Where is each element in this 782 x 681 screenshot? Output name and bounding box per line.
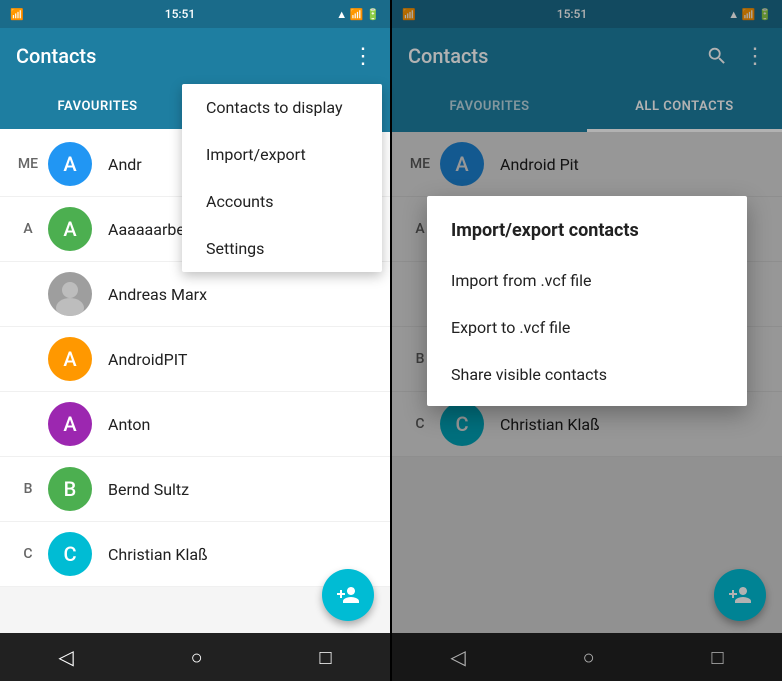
status-time-left: 15:51	[165, 7, 195, 21]
contact-name-christian-left: Christian Klaß	[108, 545, 208, 564]
back-button-left[interactable]: ◁	[58, 645, 73, 669]
dialog-share-contacts[interactable]: Share visible contacts	[427, 351, 747, 398]
contact-name-bernd-left: Bernd Sultz	[108, 480, 189, 499]
status-left-icon: 📶	[10, 8, 24, 21]
status-right-icons: ▲ 📶 🔋	[336, 8, 380, 21]
contact-name-andreas-marx: Andreas Marx	[108, 285, 207, 304]
contact-row-androidpit-left[interactable]: A AndroidPIT	[0, 327, 390, 392]
avatar-me-left: A	[48, 142, 92, 186]
right-phone-panel: 📶 15:51 ▲ 📶 🔋 Contacts ⋮ FAVOURITES ALL …	[392, 0, 782, 681]
import-export-dialog: Import/export contacts Import from .vcf …	[427, 196, 747, 406]
overflow-menu-icon-left[interactable]: ⋮	[352, 44, 374, 69]
dropdown-settings[interactable]: Settings	[182, 225, 382, 272]
dialog-export-vcf[interactable]: Export to .vcf file	[427, 304, 747, 351]
avatar-androidpit-left: A	[48, 337, 92, 381]
dropdown-accounts[interactable]: Accounts	[182, 178, 382, 225]
recents-button-left[interactable]: □	[319, 645, 331, 670]
avatar-anton-left: A	[48, 402, 92, 446]
avatar-bernd-left: B	[48, 467, 92, 511]
section-label-c: C	[16, 546, 40, 562]
section-label-a: A	[16, 221, 40, 237]
dropdown-import-export[interactable]: Import/export	[182, 131, 382, 178]
contact-name-anton-left: Anton	[108, 415, 150, 434]
dialog-overlay: Import/export contacts Import from .vcf …	[392, 0, 782, 681]
avatar-aaaaaarbeit: A	[48, 207, 92, 251]
contact-name-androidpit-left: AndroidPIT	[108, 350, 187, 369]
fab-left[interactable]	[322, 569, 374, 621]
photo-icon-andreas	[48, 272, 92, 316]
app-bar-icons-left: ⋮	[352, 44, 374, 69]
contact-row-bernd-left[interactable]: B B Bernd Sultz	[0, 457, 390, 522]
home-button-left[interactable]: ○	[191, 645, 203, 670]
tab-favourites-left[interactable]: FAVOURITES	[0, 84, 195, 132]
dropdown-contacts-to-display[interactable]: Contacts to display	[182, 84, 382, 131]
me-label-left: ME	[16, 156, 40, 172]
add-contact-icon-left	[336, 583, 360, 607]
avatar-andreas-marx	[48, 272, 92, 316]
bottom-nav-left: ◁ ○ □	[0, 633, 390, 681]
section-label-b: B	[16, 481, 40, 497]
dropdown-menu-left: Contacts to display Import/export Accoun…	[182, 84, 382, 272]
status-bar-left: 📶 15:51 ▲ 📶 🔋	[0, 0, 390, 28]
dialog-import-vcf[interactable]: Import from .vcf file	[427, 257, 747, 304]
contact-row-anton-left[interactable]: A Anton	[0, 392, 390, 457]
contact-name-me-left: Andr	[108, 155, 142, 174]
avatar-christian-left: C	[48, 532, 92, 576]
app-bar-left: Contacts ⋮	[0, 28, 390, 84]
left-phone-panel: 📶 15:51 ▲ 📶 🔋 Contacts ⋮ FAVOURITES ALL …	[0, 0, 390, 681]
dialog-title: Import/export contacts	[427, 220, 747, 257]
app-title-left: Contacts	[16, 44, 96, 68]
